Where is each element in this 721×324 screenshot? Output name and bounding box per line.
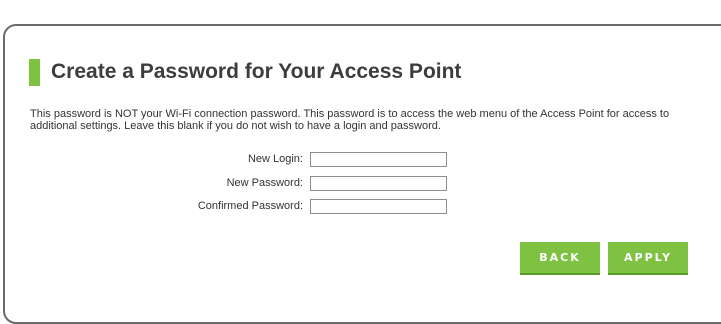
new-password-input[interactable] — [310, 176, 447, 191]
confirmed-password-row: Confirmed Password: — [0, 199, 721, 215]
page-heading: Create a Password for Your Access Point — [29, 57, 461, 87]
new-login-label: New Login: — [247, 153, 303, 165]
confirmed-password-input[interactable] — [310, 199, 447, 214]
new-login-input[interactable] — [310, 152, 447, 167]
confirmed-password-label: Confirmed Password: — [197, 200, 303, 212]
page-description: This password is NOT your Wi-Fi connecti… — [30, 108, 670, 132]
new-password-label: New Password: — [226, 177, 303, 189]
page-title: Create a Password for Your Access Point — [51, 60, 462, 83]
new-password-row: New Password: — [0, 176, 721, 192]
heading-accent-bar — [29, 58, 40, 86]
apply-button[interactable]: APPLY — [608, 242, 688, 273]
new-login-row: New Login: — [0, 152, 721, 168]
back-button[interactable]: BACK — [520, 242, 600, 273]
